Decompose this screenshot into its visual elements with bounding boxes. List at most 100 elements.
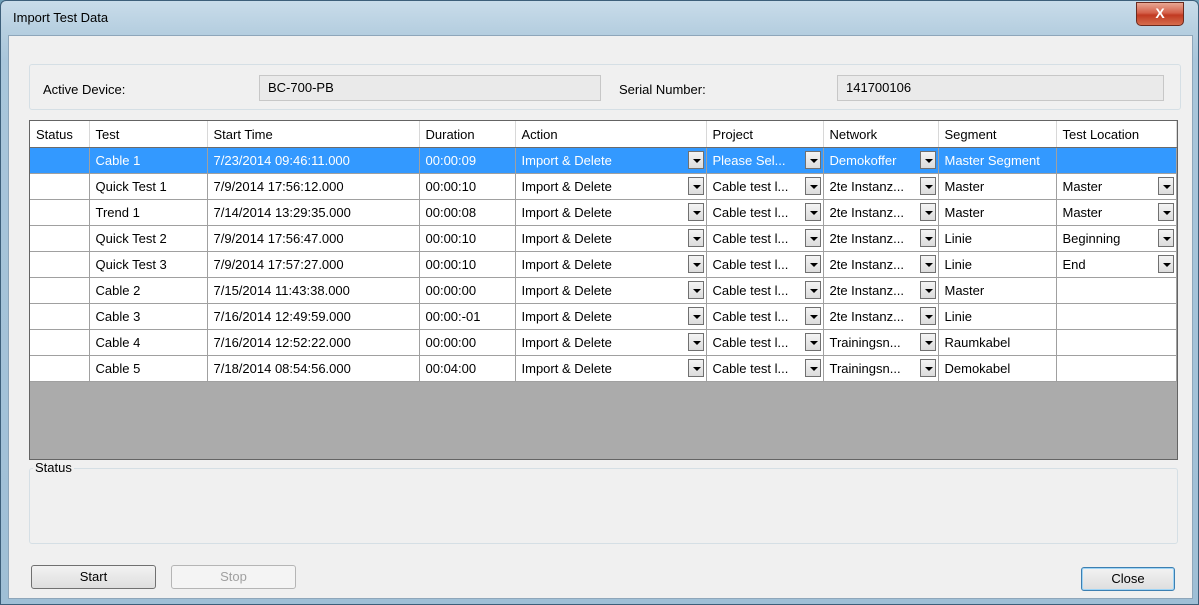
cell-test[interactable]: Quick Test 2 [89,225,208,252]
cell-network[interactable]: Demokoffer [823,147,939,174]
table-row[interactable]: Cable 5 7/18/2014 08:54:56.000 00:04:00 Imp… [30,355,1177,382]
cell-test[interactable]: Cable 1 [89,147,208,174]
cell-status[interactable] [30,173,90,200]
cell-action[interactable]: Import & Delete [515,199,707,226]
cell-action[interactable]: Import & Delete [515,303,707,330]
cell-test-location[interactable] [1056,303,1177,330]
table-row[interactable]: Cable 2 7/15/2014 11:43:38.000 00:00:00 Imp… [30,277,1177,304]
cell-test-location[interactable] [1056,277,1177,304]
cell-network[interactable]: 2te Instanz... [823,303,939,330]
cell-action[interactable]: Import & Delete [515,329,707,356]
chevron-down-icon[interactable] [919,359,936,377]
cell-project[interactable]: Cable test l... [706,225,824,252]
table-row[interactable]: Quick Test 2 7/9/2014 17:56:47.000 00:00:1… [30,225,1177,252]
cell-status[interactable] [30,147,90,174]
chevron-down-icon[interactable] [687,177,704,195]
cell-segment[interactable]: Master [938,277,1057,304]
chevron-down-icon[interactable] [919,229,936,247]
chevron-down-icon[interactable] [804,229,821,247]
chevron-down-icon[interactable] [687,281,704,299]
cell-test[interactable]: Cable 3 [89,303,208,330]
cell-duration[interactable]: 00:00:10 [419,173,516,200]
column-header-start-time[interactable]: Start Time [207,121,420,148]
chevron-down-icon[interactable] [804,151,821,169]
cell-status[interactable] [30,329,90,356]
cell-segment[interactable]: Linie [938,303,1057,330]
chevron-down-icon[interactable] [919,151,936,169]
chevron-down-icon[interactable] [804,177,821,195]
cell-network[interactable]: 2te Instanz... [823,173,939,200]
table-row[interactable]: Trend 1 7/14/2014 13:29:35.000 00:00:08 Imp… [30,199,1177,226]
cell-test-location[interactable]: End [1056,251,1177,278]
cell-start-time[interactable]: 7/18/2014 08:54:56.000 [207,355,420,382]
cell-segment[interactable]: Demokabel [938,355,1057,382]
column-header-action[interactable]: Action [515,121,707,148]
table-row[interactable]: Cable 1 7/23/2014 09:46:11.000 00:00:09 Imp… [30,147,1177,174]
column-header-status[interactable]: Status [30,121,90,148]
cell-test[interactable]: Trend 1 [89,199,208,226]
cell-test-location[interactable] [1056,329,1177,356]
cell-start-time[interactable]: 7/16/2014 12:49:59.000 [207,303,420,330]
window-close-button[interactable]: X [1136,2,1184,26]
chevron-down-icon[interactable] [919,307,936,325]
cell-test-location[interactable]: Master [1056,173,1177,200]
chevron-down-icon[interactable] [1157,177,1174,195]
cell-action[interactable]: Import & Delete [515,173,707,200]
cell-test[interactable]: Cable 5 [89,355,208,382]
cell-test-location[interactable] [1056,355,1177,382]
cell-project[interactable]: Please Sel... [706,147,824,174]
column-header-duration[interactable]: Duration [419,121,516,148]
cell-start-time[interactable]: 7/15/2014 11:43:38.000 [207,277,420,304]
table-row[interactable]: Cable 4 7/16/2014 12:52:22.000 00:00:00 Imp… [30,329,1177,356]
chevron-down-icon[interactable] [687,151,704,169]
chevron-down-icon[interactable] [687,203,704,221]
cell-status[interactable] [30,251,90,278]
chevron-down-icon[interactable] [919,255,936,273]
chevron-down-icon[interactable] [687,229,704,247]
cell-duration[interactable]: 00:00:10 [419,225,516,252]
cell-status[interactable] [30,225,90,252]
tests-grid[interactable]: Status Test Start Time Duration Action Projec… [29,120,1178,460]
chevron-down-icon[interactable] [919,281,936,299]
cell-status[interactable] [30,303,90,330]
cell-project[interactable]: Cable test l... [706,199,824,226]
cell-start-time[interactable]: 7/9/2014 17:56:47.000 [207,225,420,252]
cell-action[interactable]: Import & Delete [515,277,707,304]
cell-segment[interactable]: Master [938,199,1057,226]
cell-network[interactable]: 2te Instanz... [823,251,939,278]
cell-status[interactable] [30,355,90,382]
table-row[interactable]: Cable 3 7/16/2014 12:49:59.000 00:00:-01 Im… [30,303,1177,330]
chevron-down-icon[interactable] [804,333,821,351]
cell-network[interactable]: Trainingsn... [823,355,939,382]
cell-segment[interactable]: Linie [938,251,1057,278]
chevron-down-icon[interactable] [1157,255,1174,273]
cell-test[interactable]: Quick Test 3 [89,251,208,278]
chevron-down-icon[interactable] [1157,203,1174,221]
title-bar[interactable]: Import Test Data X [1,1,1198,35]
cell-test-location[interactable]: Beginning [1056,225,1177,252]
chevron-down-icon[interactable] [687,255,704,273]
chevron-down-icon[interactable] [804,281,821,299]
cell-network[interactable]: 2te Instanz... [823,225,939,252]
cell-network[interactable]: 2te Instanz... [823,199,939,226]
column-header-test-location[interactable]: Test Location [1056,121,1177,148]
cell-project[interactable]: Cable test l... [706,277,824,304]
chevron-down-icon[interactable] [919,177,936,195]
cell-action[interactable]: Import & Delete [515,147,707,174]
cell-test[interactable]: Cable 4 [89,329,208,356]
cell-start-time[interactable]: 7/23/2014 09:46:11.000 [207,147,420,174]
chevron-down-icon[interactable] [687,307,704,325]
chevron-down-icon[interactable] [1157,229,1174,247]
cell-segment[interactable]: Raumkabel [938,329,1057,356]
chevron-down-icon[interactable] [919,203,936,221]
cell-duration[interactable]: 00:00:-01 [419,303,516,330]
table-row[interactable]: Quick Test 3 7/9/2014 17:57:27.000 00:00:1… [30,251,1177,278]
column-header-network[interactable]: Network [823,121,939,148]
cell-project[interactable]: Cable test l... [706,329,824,356]
cell-test[interactable]: Cable 2 [89,277,208,304]
chevron-down-icon[interactable] [687,333,704,351]
chevron-down-icon[interactable] [804,359,821,377]
cell-start-time[interactable]: 7/14/2014 13:29:35.000 [207,199,420,226]
cell-network[interactable]: Trainingsn... [823,329,939,356]
chevron-down-icon[interactable] [804,307,821,325]
